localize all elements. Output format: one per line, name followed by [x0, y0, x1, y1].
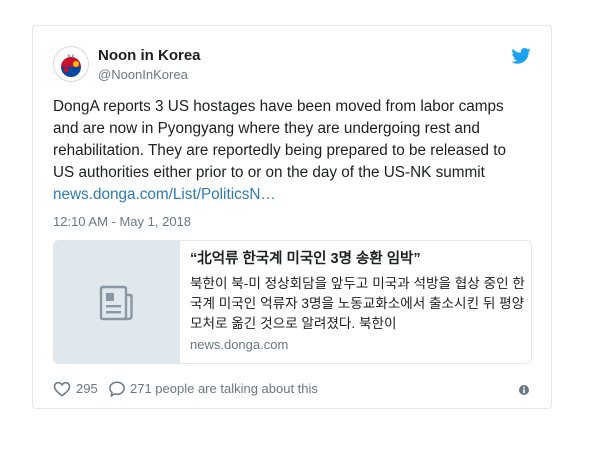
- noon-in-korea-logo-icon: N·K: [54, 47, 88, 81]
- link-preview-domain: news.donga.com: [190, 337, 289, 352]
- like-count[interactable]: 295: [76, 381, 98, 396]
- tweet-url-link[interactable]: news.donga.com/List/PoliticsN…: [53, 184, 523, 206]
- author-avatar[interactable]: N·K: [53, 46, 89, 82]
- document-icon: [99, 285, 133, 321]
- svg-text:N·K: N·K: [68, 54, 75, 59]
- heart-icon[interactable]: [53, 380, 71, 398]
- talk-count-text[interactable]: 271 people are talking about this: [130, 381, 318, 396]
- author-name[interactable]: Noon in Korea: [98, 47, 201, 64]
- tweet-text-line: US authorities either prior to or on the…: [53, 164, 485, 181]
- twitter-bird-icon[interactable]: [511, 48, 531, 64]
- tweet-timestamp[interactable]: 12:10 AM - May 1, 2018: [53, 214, 191, 229]
- info-icon[interactable]: [519, 385, 529, 395]
- speech-bubble-icon[interactable]: [108, 380, 126, 398]
- tweet-text-line: DongA reports 3 US hostages have been mo…: [53, 98, 504, 115]
- tweet-text: DongA reports 3 US hostages have been mo…: [53, 96, 523, 206]
- link-preview-body: “北억류 한국계 미국인 3명 송환 임박” 북한이 북-미 정상회담을 앞두고…: [190, 249, 525, 352]
- link-preview-thumbnail: [54, 241, 180, 363]
- link-preview-card[interactable]: “北억류 한국계 미국인 3명 송환 임박” 북한이 북-미 정상회담을 앞두고…: [53, 240, 532, 364]
- link-preview-title: “北억류 한국계 미국인 3명 송환 임박”: [190, 251, 421, 267]
- tweet-text-line: rehabilitation. They are reportedly bein…: [53, 142, 506, 159]
- author-handle[interactable]: @NoonInKorea: [98, 67, 188, 82]
- embedded-tweet-card: N·K Noon in Korea @NoonInKorea DongA rep…: [32, 25, 552, 409]
- link-preview-description: 북한이 북-미 정상회담을 앞두고 미국과 석방을 협상 중인 한국계 미국인 …: [190, 276, 525, 331]
- tweet-text-line: and are now in Pyongyang where they are …: [53, 120, 480, 137]
